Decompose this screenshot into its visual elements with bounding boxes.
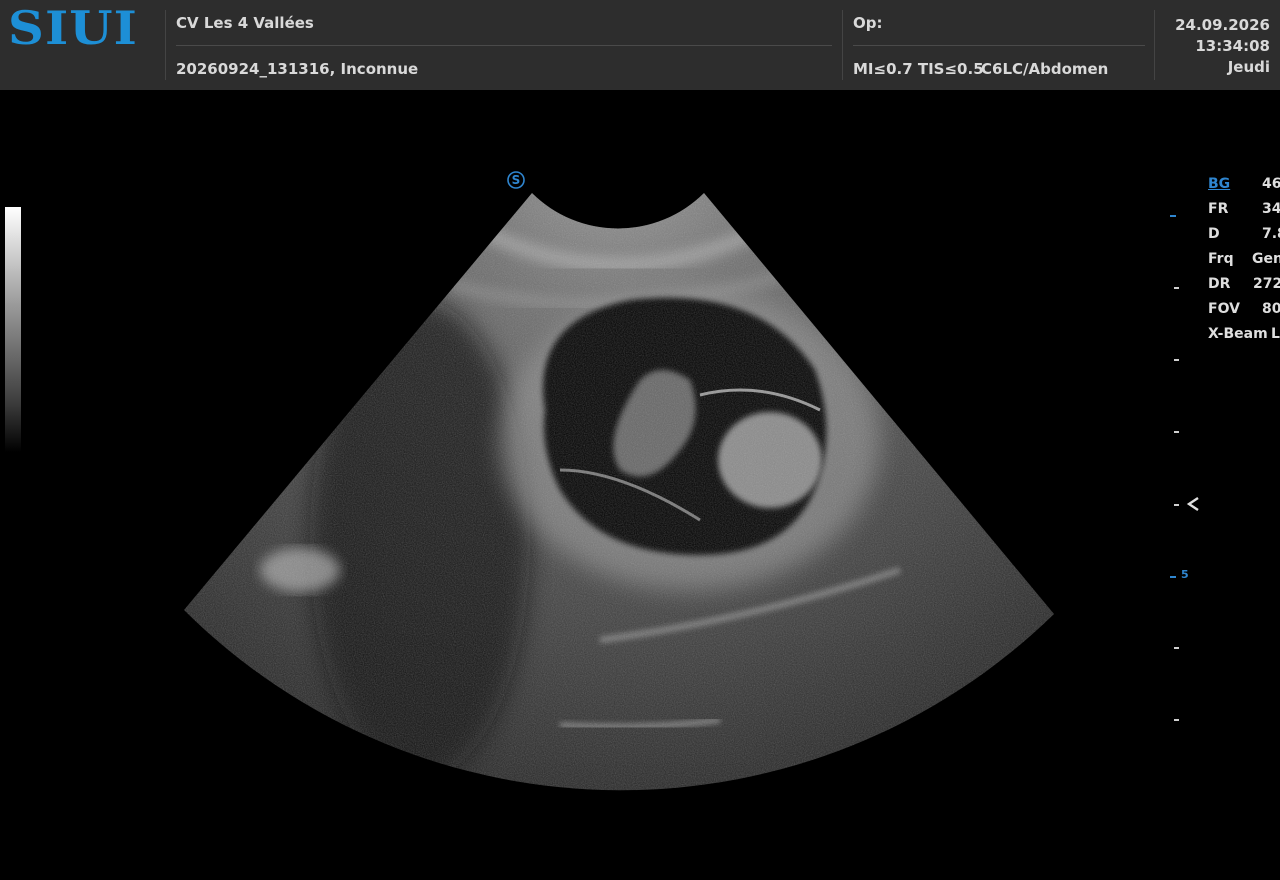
param-value: 34 [1262, 201, 1280, 217]
depth-tick [1174, 359, 1179, 361]
param-row-fov[interactable]: FOV 80 [1208, 301, 1280, 326]
param-key: Frq [1208, 251, 1234, 267]
ultrasound-sector-image [184, 193, 1054, 791]
param-key: FOV [1208, 301, 1240, 317]
param-row-dr[interactable]: DR 272 [1208, 276, 1280, 301]
param-row-xbeam[interactable]: X-Beam L [1208, 326, 1280, 351]
param-value: 80 [1262, 301, 1280, 317]
depth-tick [1170, 576, 1176, 578]
param-value: Gen [1252, 251, 1280, 267]
param-key: D [1208, 226, 1220, 242]
param-row-fr[interactable]: FR 34 [1208, 201, 1280, 226]
depth-tick [1174, 647, 1179, 649]
depth-tick [1174, 504, 1179, 506]
imaging-parameters: BG 46 FR 34 D 7.8 Frq Gen DR 272 FOV 80 … [1208, 176, 1280, 351]
param-key: X-Beam [1208, 326, 1268, 342]
depth-tick [1174, 719, 1179, 721]
param-value: 7.8 [1262, 226, 1280, 242]
depth-tick [1174, 431, 1179, 433]
param-row-frq[interactable]: Frq Gen [1208, 251, 1280, 276]
depth-label: 5 [1181, 568, 1189, 581]
param-value: 272 [1253, 276, 1280, 292]
param-row-bg[interactable]: BG 46 [1208, 176, 1280, 201]
depth-tick [1174, 287, 1179, 289]
param-key: FR [1208, 201, 1229, 217]
depth-tick [1170, 215, 1176, 217]
param-key: DR [1208, 276, 1231, 292]
param-value: 46 [1262, 176, 1280, 192]
focus-chevron-icon[interactable] [1184, 494, 1202, 514]
param-value: L [1271, 326, 1280, 342]
param-row-d[interactable]: D 7.8 [1208, 226, 1280, 251]
param-key: BG [1208, 176, 1231, 192]
